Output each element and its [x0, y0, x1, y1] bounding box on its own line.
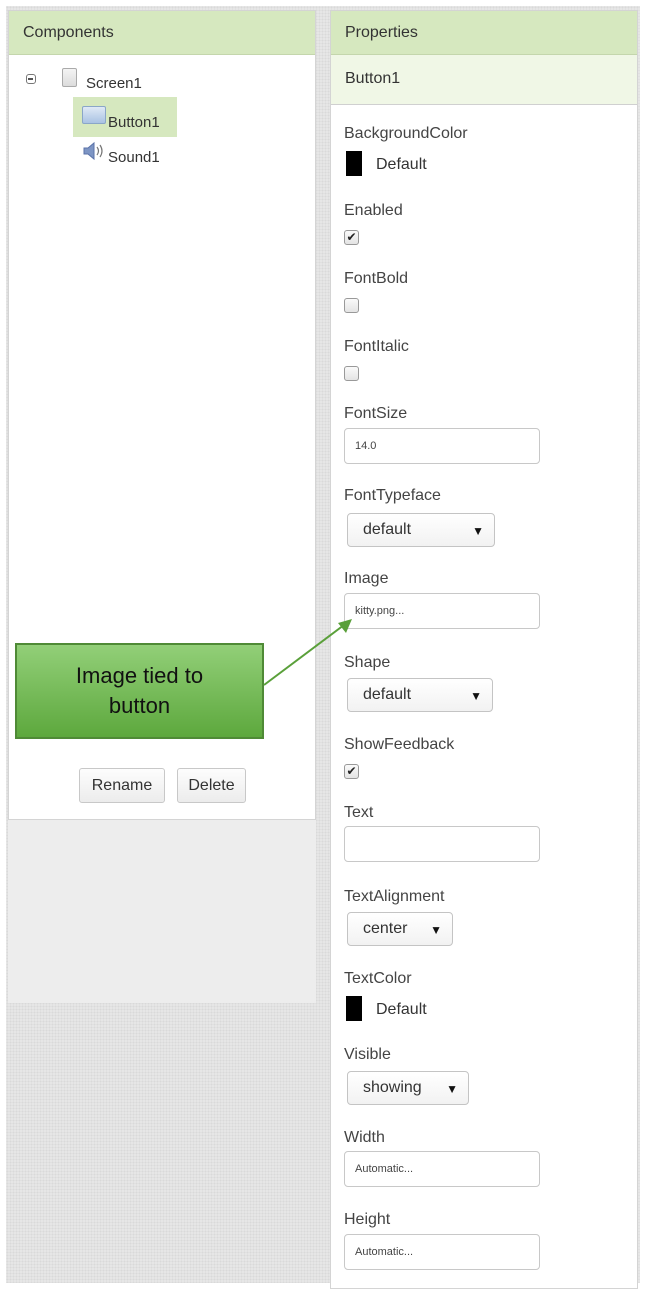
show-feedback-label: ShowFeedback — [344, 736, 455, 753]
font-bold-checkbox[interactable] — [344, 298, 359, 313]
selected-component-name: Button1 — [331, 55, 637, 105]
text-color-label: TextColor — [344, 970, 412, 987]
button-icon — [82, 106, 106, 124]
text-color-swatch[interactable] — [346, 996, 362, 1021]
properties-header: Properties — [331, 11, 637, 55]
tree-item-label: Button1 — [108, 114, 160, 131]
shape-value: default — [363, 686, 412, 703]
width-input[interactable]: Automatic... — [344, 1151, 540, 1187]
text-alignment-label: TextAlignment — [344, 888, 445, 905]
background-color-swatch[interactable] — [346, 151, 362, 176]
callout-text: Image tied to button — [75, 663, 204, 718]
tree-item-button1[interactable]: Button1 — [108, 114, 160, 131]
dropdown-arrow-icon: ▼ — [472, 524, 484, 538]
delete-button[interactable]: Delete — [177, 768, 246, 803]
height-label: Height — [344, 1211, 391, 1228]
text-alignment-select[interactable]: center ▼ — [347, 912, 453, 946]
text-label: Text — [344, 804, 374, 821]
collapse-toggle-icon[interactable] — [26, 74, 36, 84]
dropdown-arrow-icon: ▼ — [446, 1082, 458, 1096]
visible-value: showing — [363, 1079, 422, 1096]
components-header: Components — [9, 11, 315, 55]
font-typeface-select[interactable]: default ▼ — [347, 513, 495, 547]
components-panel-footer-area — [8, 820, 316, 1003]
checkmark-icon: ✔ — [346, 764, 357, 778]
background-color-label: BackgroundColor — [344, 125, 468, 142]
speaker-icon — [83, 141, 103, 161]
annotation-callout: Image tied to button — [15, 643, 264, 739]
image-label: Image — [344, 570, 389, 587]
width-label: Width — [344, 1129, 385, 1146]
callout-arrow-icon — [263, 619, 352, 686]
tree-item-label: Sound1 — [108, 149, 160, 166]
visible-label: Visible — [344, 1046, 391, 1063]
dropdown-arrow-icon: ▼ — [470, 689, 482, 703]
font-italic-checkbox[interactable] — [344, 366, 359, 381]
font-italic-label: FontItalic — [344, 338, 409, 355]
tree-item-sound1[interactable]: Sound1 — [108, 149, 160, 166]
rename-button[interactable]: Rename — [79, 768, 165, 803]
show-feedback-checkbox[interactable]: ✔ — [344, 764, 359, 779]
enabled-label: Enabled — [344, 202, 403, 219]
checkmark-icon: ✔ — [346, 230, 357, 244]
tree-item-screen1[interactable]: Screen1 — [86, 75, 142, 92]
background-color-value[interactable]: Default — [376, 156, 427, 174]
image-input[interactable]: kitty.png... — [344, 593, 540, 629]
screen-icon — [62, 68, 77, 87]
font-bold-label: FontBold — [344, 270, 409, 287]
enabled-checkbox[interactable]: ✔ — [344, 230, 359, 245]
visible-select[interactable]: showing ▼ — [347, 1071, 469, 1105]
text-alignment-value: center — [363, 920, 408, 937]
shape-select[interactable]: default ▼ — [347, 678, 493, 712]
dropdown-arrow-icon: ▼ — [430, 923, 442, 937]
font-typeface-value: default — [363, 521, 412, 538]
text-input[interactable] — [344, 826, 540, 862]
font-size-label: FontSize — [344, 405, 408, 422]
font-size-input[interactable]: 14.0 — [344, 428, 540, 464]
height-input[interactable]: Automatic... — [344, 1234, 540, 1270]
font-typeface-label: FontTypeface — [344, 487, 441, 504]
tree-item-label: Screen1 — [86, 75, 142, 92]
text-color-value[interactable]: Default — [376, 1001, 427, 1019]
